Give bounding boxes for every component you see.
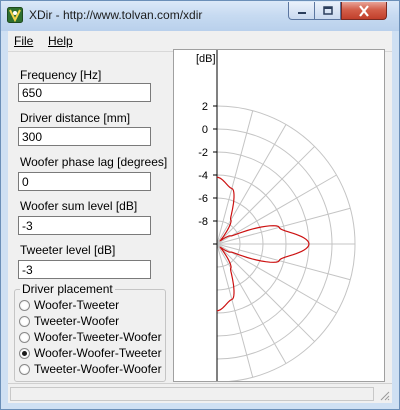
radio-selected-dot [22, 350, 27, 356]
y-axis-unit-label: [dB] [196, 53, 216, 65]
y-tick-label: 2 [202, 101, 208, 113]
radio-woofer-tweeter[interactable]: Woofer-Tweeter [19, 297, 119, 313]
resize-grip-icon[interactable] [378, 389, 390, 401]
client-area: File Help Frequency [Hz] Driver distance… [8, 31, 392, 403]
radio-label: Woofer-Woofer-Tweeter [34, 346, 162, 360]
title-bar[interactable]: XDir - http://www.tolvan.com/xdir [1, 1, 399, 31]
radio-woofer-tweeter-woofer[interactable]: Woofer-Tweeter-Woofer [19, 329, 162, 345]
close-icon [359, 4, 369, 17]
radio-button[interactable] [19, 331, 30, 343]
window-title: XDir - http://www.tolvan.com/xdir [29, 8, 203, 22]
woofer-phase-lag-label: Woofer phase lag [degrees] [20, 155, 168, 169]
radio-tweeter-woofer-woofer[interactable]: Tweeter-Woofer-Woofer [19, 361, 162, 377]
app-window: XDir - http://www.tolvan.com/xdir File H… [0, 0, 400, 410]
woofer-sum-level-input[interactable] [18, 216, 151, 235]
radio-woofer-woofer-tweeter[interactable]: Woofer-Woofer-Tweeter [19, 345, 162, 361]
y-tick-label: -2 [198, 147, 208, 159]
tweeter-level-input[interactable] [18, 260, 151, 279]
grid-spoke [216, 243, 315, 342]
grid-spoke [216, 146, 315, 245]
radio-label: Tweeter-Woofer-Woofer [34, 362, 162, 376]
polar-chart: 2 0 -2 -4 -6 -8 [dB] [196, 50, 356, 381]
minimize-icon [297, 11, 306, 14]
minimize-button[interactable] [288, 2, 315, 20]
status-pane [10, 387, 374, 401]
app-icon [7, 7, 23, 23]
close-button[interactable] [341, 2, 387, 20]
radio-button[interactable] [19, 315, 30, 327]
driver-distance-input[interactable] [18, 127, 151, 146]
grid-spoke [216, 174, 337, 245]
radio-label: Tweeter-Woofer [34, 314, 120, 328]
y-tick-label: -6 [198, 193, 208, 205]
menu-file-label: File [14, 34, 34, 48]
radio-button-selected[interactable] [19, 347, 30, 359]
radio-label: Woofer-Tweeter [34, 298, 120, 312]
y-tick-label: 0 [202, 124, 208, 136]
status-bar [8, 383, 392, 403]
polar-plot-panel: 2 0 -2 -4 -6 -8 [dB] [173, 49, 385, 382]
driver-placement-title: Driver placement [20, 282, 115, 296]
tweeter-level-label: Tweeter level [dB] [20, 243, 116, 257]
radio-button[interactable] [19, 363, 30, 375]
menu-help-label: Help [48, 34, 73, 48]
radio-tweeter-woofer[interactable]: Tweeter-Woofer [19, 313, 119, 329]
maximize-icon [322, 5, 333, 15]
driver-distance-label: Driver distance [mm] [20, 111, 131, 125]
frequency-label: Frequency [Hz] [20, 68, 102, 82]
radio-button[interactable] [19, 299, 30, 311]
woofer-sum-level-label: Woofer sum level [dB] [20, 199, 138, 213]
woofer-phase-lag-input[interactable] [18, 172, 151, 191]
frequency-input[interactable] [18, 83, 151, 102]
radio-label: Woofer-Tweeter-Woofer [34, 330, 162, 344]
menu-help[interactable]: Help [48, 34, 73, 48]
menu-file[interactable]: File [14, 34, 33, 48]
y-tick-label: -4 [198, 170, 208, 182]
y-tick-label: -8 [198, 216, 208, 228]
maximize-button[interactable] [314, 2, 341, 20]
grid-spoke [216, 243, 337, 314]
